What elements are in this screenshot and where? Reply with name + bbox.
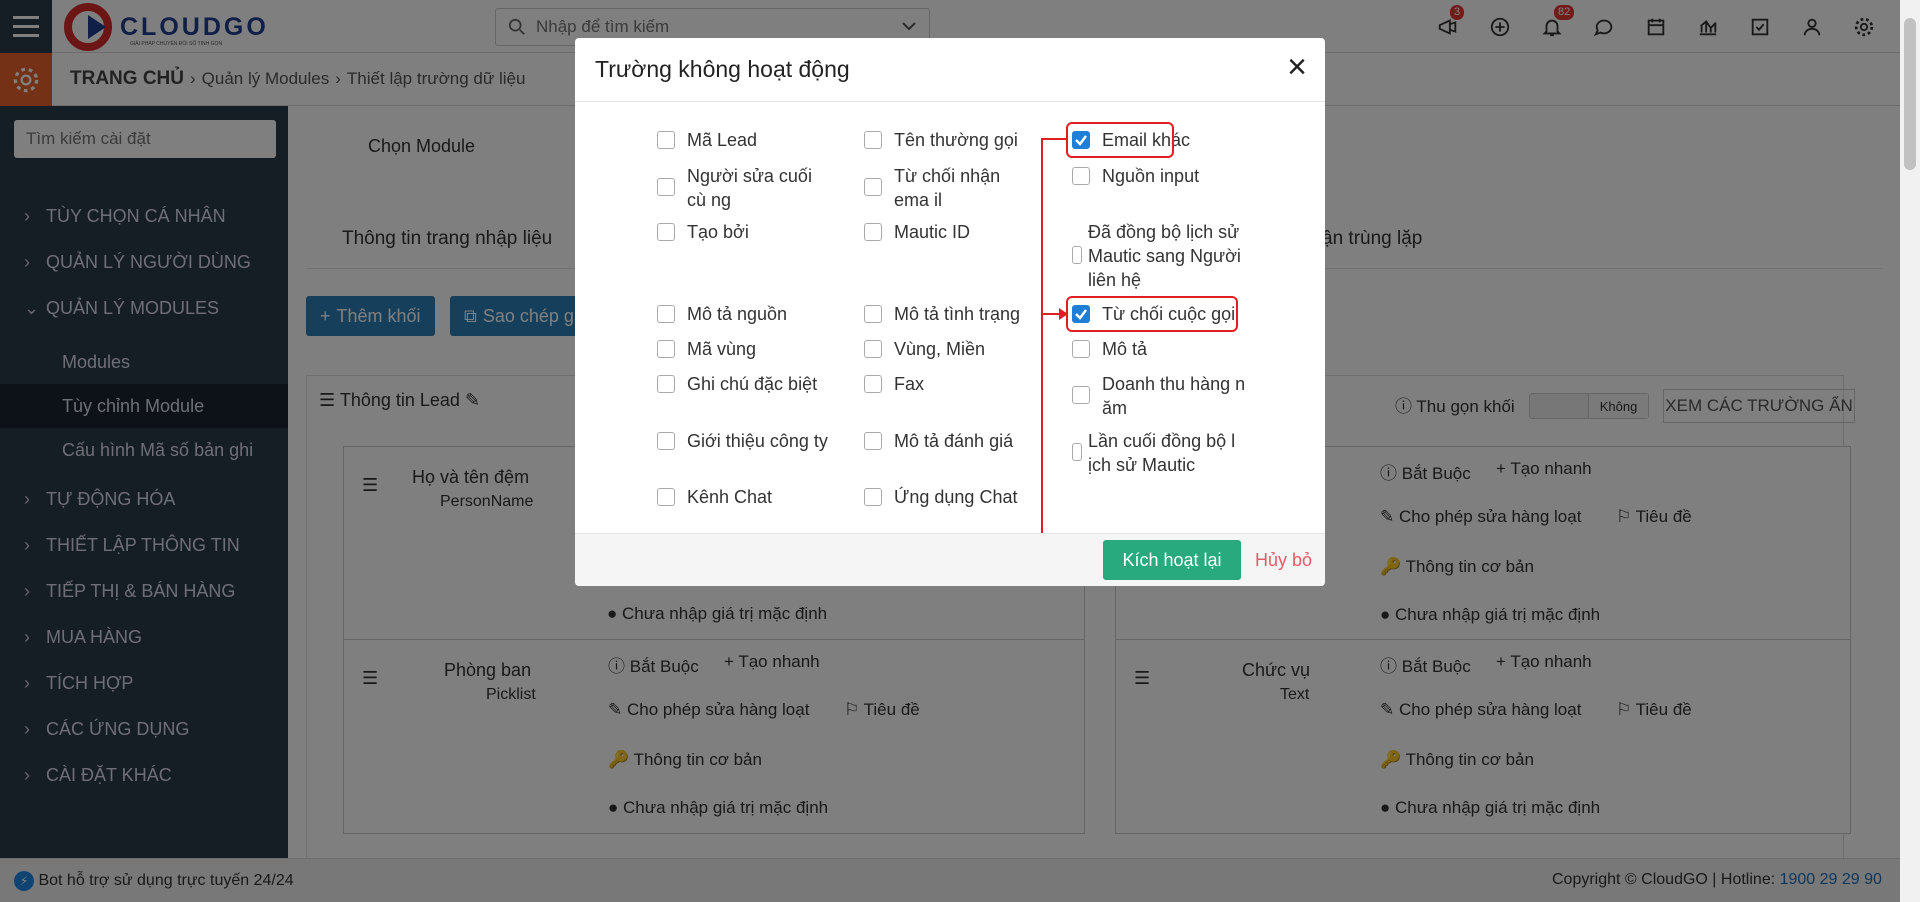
scrollbar-thumb[interactable] [1904,18,1916,170]
field-checkbox[interactable]: Từ chối nhận ema il [864,164,1034,212]
field-checkbox[interactable]: Tên thường gọi [864,128,1018,152]
checkbox-label: Từ chối nhận ema il [894,166,1001,210]
checkbox[interactable] [1072,386,1090,404]
checkbox-label: Mã vùng [687,339,757,359]
checkbox-label: Giới thiệu công ty [687,431,828,451]
annotation-line [1041,138,1067,140]
checkbox[interactable] [864,223,882,241]
checkbox[interactable] [1072,340,1090,358]
field-checkbox[interactable]: Fax [864,372,924,396]
checkbox[interactable] [864,432,882,450]
close-icon[interactable]: × [1287,50,1307,84]
field-checkbox[interactable]: Giới thiệu công ty [657,429,828,453]
field-checkbox[interactable]: Người sửa cuối cù ng [657,164,827,212]
field-checkbox[interactable]: Lần cuối đồng bộ l ịch sử Mautic [1072,429,1247,477]
checkbox[interactable] [864,305,882,323]
checkbox[interactable] [657,131,675,149]
checkbox-label: Mô tả [1102,339,1148,359]
checkbox-label: Mô tả đánh giá [894,431,1014,451]
field-checkbox[interactable]: Đã đồng bộ lịch sử Mautic sang Người liê… [1072,220,1252,292]
checkbox-label: Ghi chú đặc biệt [687,374,818,394]
checkbox[interactable] [1072,167,1090,185]
checkbox-label: Tạo bởi [687,222,749,242]
field-checkbox[interactable]: Doanh thu hàng n ăm [1072,372,1247,420]
checkbox[interactable] [657,223,675,241]
field-checkbox[interactable]: Kênh Chat [657,485,772,509]
checkbox[interactable] [657,488,675,506]
checkbox-label: Nguồn input [1102,166,1200,186]
checkbox-label: Vùng, Miền [894,339,986,359]
modal-title: Trường không hoạt động [595,56,850,82]
field-checkbox[interactable]: Nguồn input [1072,164,1199,188]
cancel-button[interactable]: Hủy bỏ [1255,550,1312,571]
checkbox[interactable] [864,340,882,358]
annotation-line [1043,313,1059,315]
field-checkbox[interactable]: Ứng dụng Chat [864,485,1017,509]
checkbox-label: Đã đồng bộ lịch sử Mautic sang Người liê… [1088,222,1241,290]
highlight-box [1066,296,1238,332]
field-checkbox[interactable]: Mô tả nguồn [657,302,787,326]
field-checkbox[interactable]: Mô tả đánh giá [864,429,1013,453]
checkbox[interactable] [657,305,675,323]
modal-header: Trường không hoạt động × [575,38,1325,102]
field-checkbox[interactable]: Mautic ID [864,220,970,244]
field-checkbox[interactable]: Ghi chú đặc biệt [657,372,817,396]
checkbox-label: Tên thường gọi [894,130,1018,150]
checkbox[interactable] [657,340,675,358]
checkbox[interactable] [864,375,882,393]
checkbox[interactable] [657,178,675,196]
field-checkbox[interactable]: Mã Lead [657,128,757,152]
page-scrollbar[interactable] [1900,0,1920,902]
checkbox[interactable] [1072,246,1082,264]
arrow-right-icon [1059,308,1068,320]
checkbox[interactable] [657,375,675,393]
checkbox-label: Kênh Chat [687,487,773,507]
checkbox-label: Mã Lead [687,130,758,150]
checkbox[interactable] [864,131,882,149]
reactivate-button[interactable]: Kích hoạt lại [1103,540,1241,580]
checkbox-label: Mô tả tình trạng [894,304,1021,324]
checkbox[interactable] [1072,443,1082,461]
field-checkbox[interactable]: Mã vùng [657,337,756,361]
checkbox[interactable] [864,178,882,196]
checkbox[interactable] [864,488,882,506]
annotation-line [1041,138,1043,558]
checkbox-label: Fax [894,374,925,394]
checkbox-label: Mô tả nguồn [687,304,788,324]
inactive-fields-modal: Trường không hoạt động × Mã Lead Người s… [575,38,1325,586]
checkbox[interactable] [657,432,675,450]
highlight-box [1066,122,1174,158]
field-checkbox[interactable]: Tạo bởi [657,220,749,244]
field-checkbox[interactable]: Vùng, Miền [864,337,985,361]
field-checkbox[interactable]: Mô tả tình trạng [864,302,1020,326]
field-checkbox[interactable]: Mô tả [1072,337,1147,361]
checkbox-label: Doanh thu hàng n ăm [1102,374,1246,418]
checkbox-label: Mautic ID [894,222,971,242]
checkbox-label: Ứng dụng Chat [894,487,1018,507]
checkbox-label: Lần cuối đồng bộ l ịch sử Mautic [1088,431,1236,475]
checkbox-label: Người sửa cuối cù ng [687,166,812,210]
